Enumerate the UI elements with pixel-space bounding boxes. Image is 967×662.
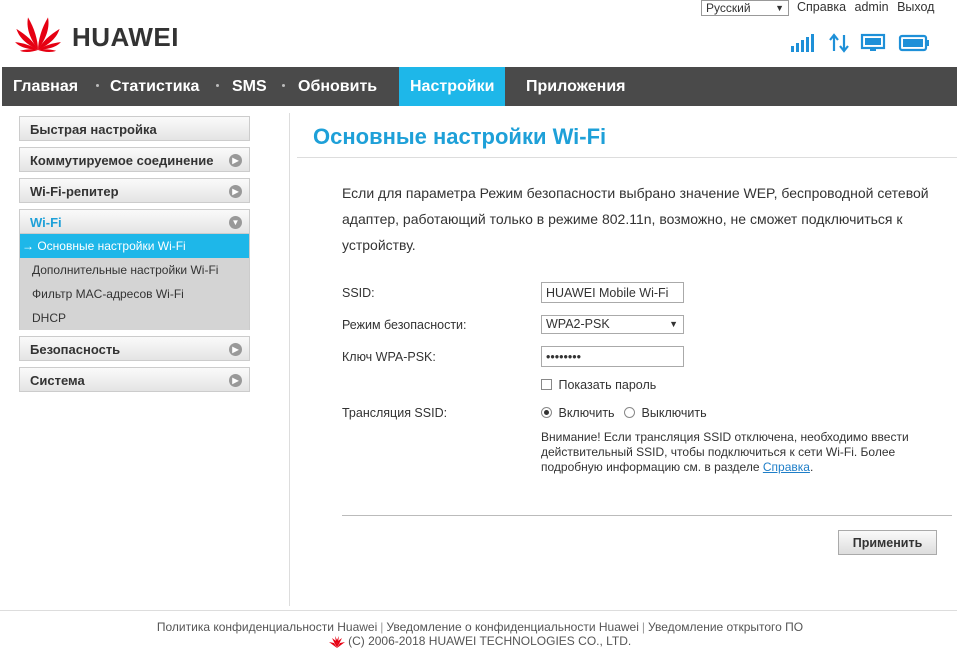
security-mode-select[interactable]: WPA2-PSK ▼: [541, 315, 684, 334]
nav-settings[interactable]: Настройки: [399, 67, 506, 106]
sidebar-item-wifi[interactable]: Wi-Fi ▼: [19, 209, 250, 234]
title-divider: [297, 157, 957, 158]
top-links: Справка admin Выход: [797, 0, 939, 14]
note-text: Внимание! Если трансляция SSID отключена…: [541, 430, 909, 474]
submenu-item-mac-filter[interactable]: Фильтр MAC-адресов Wi-Fi: [20, 282, 249, 306]
form-divider: [342, 515, 952, 516]
open-source-link[interactable]: Уведомление открытого ПО: [648, 620, 803, 634]
note-end: .: [809, 460, 814, 474]
sidebar-item-security[interactable]: Безопасность ▶: [19, 336, 250, 361]
submenu-item-basic-wifi[interactable]: → Основные настройки Wi-Fi: [20, 234, 249, 258]
broadcast-enable-label: Включить: [558, 405, 615, 420]
broadcast-disable-radio[interactable]: [624, 407, 636, 419]
data-transfer-icon: [829, 33, 849, 53]
copyright-text: (C) 2006-2018 HUAWEI TECHNOLOGIES CO., L…: [348, 634, 632, 648]
sidebar-item-repeater[interactable]: Wi-Fi-репитер ▶: [19, 178, 250, 203]
nav-separator: [216, 84, 219, 87]
brand-name: HUAWEI: [72, 22, 179, 52]
ssid-input[interactable]: [541, 282, 684, 303]
submenu-item-dhcp[interactable]: DHCP: [20, 306, 249, 330]
main-nav: Главная Статистика SMS Обновить Настройк…: [2, 67, 957, 106]
privacy-notice-link[interactable]: Уведомление о конфиденциальности Huawei: [386, 620, 638, 634]
sidebar-item-label: Коммутируемое соединение: [30, 153, 214, 168]
chevron-right-icon: ▶: [229, 185, 242, 198]
nav-home[interactable]: Главная: [2, 67, 89, 106]
sidebar-item-system[interactable]: Система ▶: [19, 367, 250, 392]
monitor-icon: [860, 33, 886, 51]
apply-button[interactable]: Применить: [838, 530, 937, 555]
signal-icon: [791, 34, 814, 52]
language-value: Русский: [706, 1, 751, 15]
ssid-broadcast-options: Включить Выключить: [541, 405, 707, 420]
sidebar-item-label: Wi-Fi-репитер: [30, 184, 119, 199]
show-password-row: Показать пароль: [541, 377, 656, 392]
sidebar: Быстрая настройка Коммутируемое соединен…: [19, 116, 250, 398]
security-mode-label: Режим безопасности:: [342, 318, 467, 332]
nav-apps[interactable]: Приложения: [515, 67, 637, 106]
help-link[interactable]: Справка: [797, 0, 846, 14]
ssid-broadcast-label: Трансляция SSID:: [342, 406, 448, 420]
nav-update[interactable]: Обновить: [287, 67, 388, 106]
chevron-down-icon: ▼: [775, 3, 784, 13]
footer-separator: |: [380, 620, 384, 634]
language-select[interactable]: Русский ▼: [701, 0, 789, 16]
ssid-label: SSID:: [342, 286, 375, 300]
broadcast-disable-label: Выключить: [641, 405, 707, 420]
logout-link[interactable]: Выход: [897, 0, 934, 14]
show-password-checkbox[interactable]: [541, 379, 552, 391]
huawei-small-logo-icon: [328, 635, 345, 648]
help-link-inline[interactable]: Справка: [763, 460, 810, 474]
wpa-key-input[interactable]: [541, 346, 684, 367]
ssid-warning-note: Внимание! Если трансляция SSID отключена…: [541, 430, 931, 475]
footer-divider: [0, 610, 957, 611]
broadcast-enable-radio[interactable]: [541, 407, 552, 419]
battery-icon: [898, 34, 929, 52]
chevron-right-icon: ▶: [229, 154, 242, 167]
sidebar-item-label: Wi-Fi: [30, 215, 62, 230]
submenu-item-advanced-wifi[interactable]: Дополнительные настройки Wi-Fi: [20, 258, 249, 282]
wpa-key-label: Ключ WPA-PSK:: [342, 350, 436, 364]
chevron-down-icon: ▼: [229, 216, 242, 229]
chevron-right-icon: ▶: [229, 343, 242, 356]
page-title: Основные настройки Wi-Fi: [313, 124, 607, 149]
footer-links: Политика конфиденциальности Huawei | Уведо…: [0, 620, 960, 634]
show-password-label: Показать пароль: [558, 377, 657, 392]
wifi-submenu: → Основные настройки Wi-Fi Дополнительны…: [19, 234, 250, 330]
sidebar-item-dialup[interactable]: Коммутируемое соединение ▶: [19, 147, 250, 172]
chevron-down-icon: ▼: [669, 319, 678, 329]
description-text: Если для параметра Режим безопасности вы…: [342, 185, 929, 253]
nav-sms[interactable]: SMS: [221, 67, 278, 106]
user-link[interactable]: admin: [855, 0, 889, 14]
content-divider: [289, 113, 290, 606]
sidebar-item-quick-setup[interactable]: Быстрая настройка: [19, 116, 250, 141]
chevron-right-icon: ▶: [229, 374, 242, 387]
footer-separator: |: [641, 620, 645, 634]
privacy-policy-link[interactable]: Политика конфиденциальности Huawei: [157, 620, 377, 634]
huawei-logo-icon: [15, 17, 61, 52]
sidebar-item-label: Система: [30, 373, 85, 388]
nav-statistics[interactable]: Статистика: [99, 67, 210, 106]
security-mode-value: WPA2-PSK: [546, 317, 610, 331]
nav-separator: [282, 84, 285, 87]
copyright: (C) 2006-2018 HUAWEI TECHNOLOGIES CO., L…: [0, 634, 960, 648]
sidebar-item-label: Безопасность: [30, 342, 121, 357]
